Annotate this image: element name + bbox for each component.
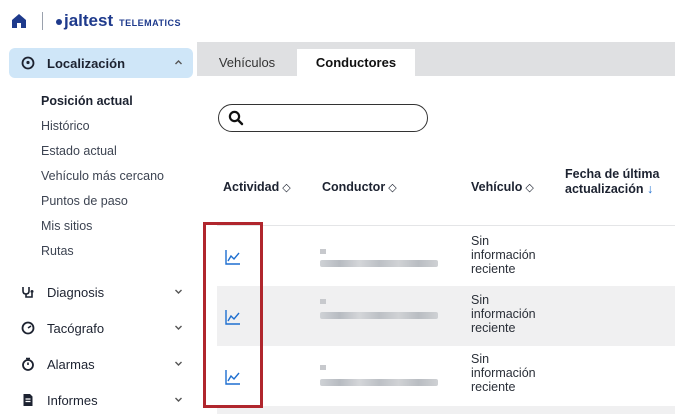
- column-label: actualización: [565, 182, 644, 196]
- column-header-fecha[interactable]: Fecha de última actualización ↓: [565, 167, 675, 197]
- sidebar-item-rutas[interactable]: Rutas: [41, 244, 74, 258]
- brand-logo: jaltest TELEMATICS: [56, 11, 181, 31]
- column-label: Fecha de última: [565, 167, 660, 181]
- chevron-down-icon: [175, 361, 182, 366]
- sidebar-section-alarmas[interactable]: Alarmas: [9, 349, 193, 379]
- chevron-down-icon: [175, 289, 182, 294]
- driver-name-redacted: [320, 379, 438, 386]
- diagnosis-icon: [22, 287, 34, 298]
- sidebar-item-posicion-actual[interactable]: Posición actual: [41, 94, 133, 108]
- column-label: Actividad: [223, 180, 280, 194]
- sidebar-item-vehiculo-mas-cercano[interactable]: Vehículo más cercano: [41, 169, 164, 183]
- column-header-conductor[interactable]: Conductor ◇: [322, 180, 397, 196]
- chevron-down-icon: [175, 397, 182, 402]
- vehicle-cell: Sin información reciente: [471, 352, 536, 394]
- header-divider: [42, 12, 43, 30]
- sidebar-section-label: Diagnosis: [47, 285, 105, 300]
- sidebar-section-tacografo[interactable]: Tacógrafo: [9, 313, 193, 343]
- sidebar-item-mis-sitios[interactable]: Mis sitios: [41, 219, 92, 233]
- sidebar-item-puntos-de-paso[interactable]: Puntos de paso: [41, 194, 128, 208]
- brand-main: jaltest: [64, 11, 114, 30]
- sort-icon[interactable]: ◇: [525, 182, 533, 194]
- tab-conductores[interactable]: Conductores: [297, 49, 415, 76]
- tab-bar: Vehículos Conductores: [197, 42, 675, 76]
- driver-name-redacted: [320, 365, 326, 370]
- sidebar-section-label: Informes: [47, 393, 98, 408]
- sort-desc-icon[interactable]: ↓: [647, 182, 653, 196]
- search-icon: [228, 110, 244, 126]
- top-bar: jaltest TELEMATICS: [0, 0, 675, 42]
- sidebar-section-localizacion[interactable]: Localización: [9, 48, 193, 78]
- column-label: Conductor: [322, 180, 386, 194]
- sidebar-section-label: Alarmas: [47, 357, 95, 372]
- home-icon[interactable]: [10, 12, 28, 30]
- sidebar-section-diagnosis[interactable]: Diagnosis: [9, 277, 193, 307]
- sidebar-section-label: Localización: [47, 56, 126, 71]
- tachograph-icon: [21, 321, 35, 335]
- logo-dot-icon: [56, 19, 62, 25]
- stopwatch-icon: [22, 357, 34, 371]
- search-input[interactable]: [218, 104, 428, 132]
- table-row[interactable]: Sin información reciente: [217, 226, 675, 286]
- sidebar-item-estado-actual[interactable]: Estado actual: [41, 144, 117, 158]
- driver-name-redacted: [320, 249, 326, 254]
- brand-sub: TELEMATICS: [119, 18, 181, 28]
- vehicle-cell: Sin información reciente: [471, 293, 536, 335]
- sort-icon[interactable]: ◇: [282, 182, 290, 194]
- chevron-down-icon: [175, 325, 182, 330]
- tab-vehiculos[interactable]: Vehículos: [197, 49, 297, 76]
- sort-icon[interactable]: ◇: [388, 182, 396, 194]
- driver-name-redacted: [320, 312, 438, 319]
- sidebar: Localización Posición actual Histórico E…: [0, 42, 197, 414]
- column-header-vehiculo[interactable]: Vehículo ◇: [471, 180, 534, 196]
- column-header-actividad[interactable]: Actividad ◇: [223, 180, 291, 196]
- table-row: [217, 406, 675, 414]
- vehicle-cell: Sin información reciente: [471, 234, 536, 276]
- location-pin-icon: [21, 56, 35, 70]
- column-label: Vehículo: [471, 180, 523, 194]
- sidebar-section-label: Tacógrafo: [47, 321, 105, 336]
- sidebar-section-informes[interactable]: Informes: [9, 385, 193, 415]
- highlight-box: [203, 222, 263, 408]
- table-row[interactable]: Sin información reciente: [217, 346, 675, 406]
- driver-name-redacted: [320, 299, 326, 304]
- document-icon: [23, 394, 33, 406]
- driver-name-redacted: [320, 260, 438, 267]
- chevron-up-icon: [175, 60, 182, 65]
- table-row[interactable]: Sin información reciente: [217, 286, 675, 346]
- sidebar-item-historico[interactable]: Histórico: [41, 119, 90, 133]
